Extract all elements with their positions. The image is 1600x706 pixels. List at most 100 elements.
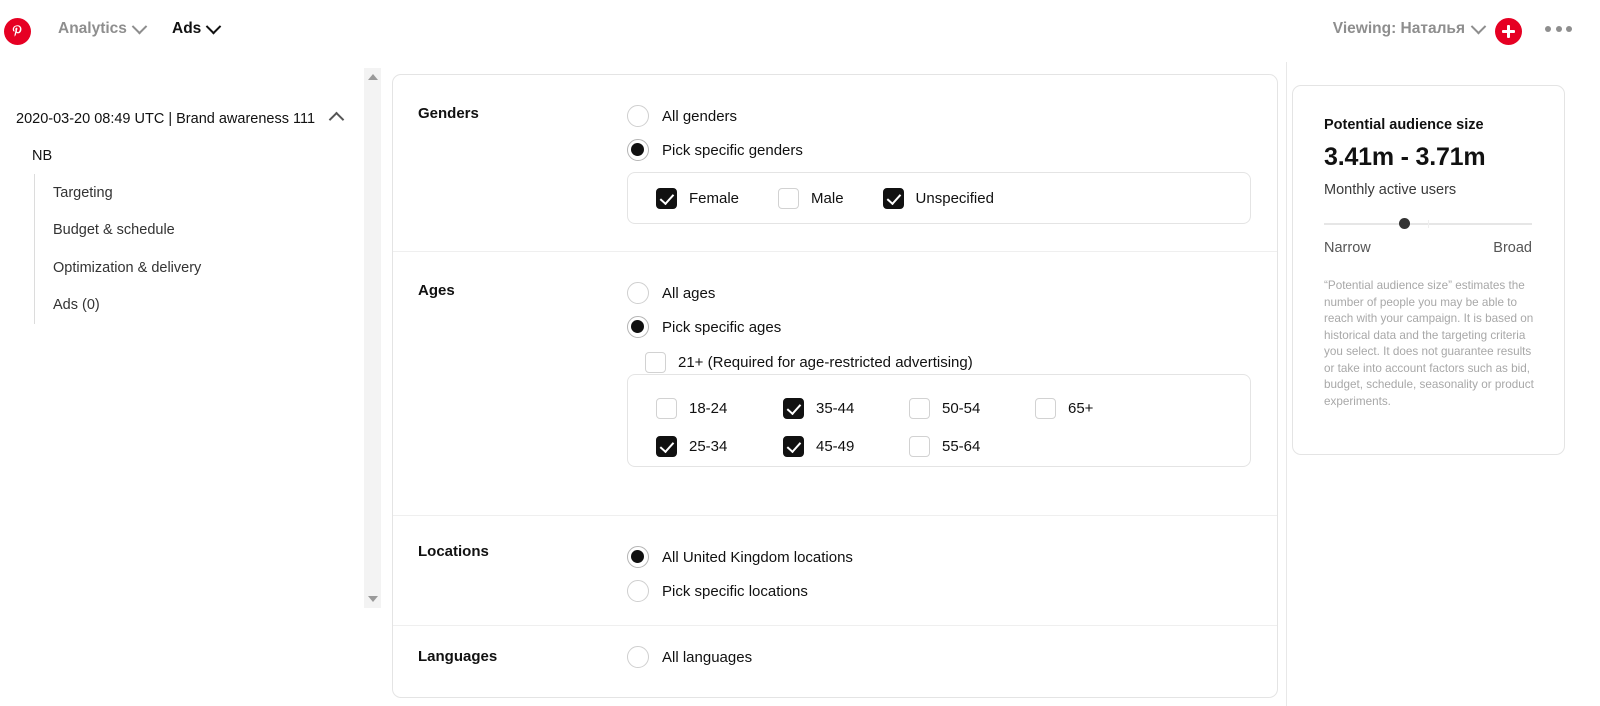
checkbox-icon	[645, 352, 666, 373]
checkbox-label: 21+ (Required for age-restricted adverti…	[678, 354, 973, 371]
checkbox-age-55-64[interactable]: 55-64	[909, 435, 1035, 457]
ages-options: All ages Pick specific ages	[627, 276, 781, 344]
checkbox-unspecified[interactable]: Unspecified	[882, 187, 994, 209]
chevron-down-icon	[206, 18, 222, 34]
nav-ads[interactable]: Ads	[172, 18, 222, 38]
checkbox-age-45-49[interactable]: 45-49	[783, 435, 909, 457]
checkbox-label: 55-64	[942, 437, 981, 455]
radio-label: All ages	[662, 284, 716, 302]
locations-section: Locations All United Kingdom locations P…	[393, 516, 1277, 626]
checkbox-label: 35-44	[816, 399, 855, 417]
languages-section: Languages All languages	[393, 626, 1277, 698]
genders-checkbox-group: Female Male Unspecified	[627, 172, 1251, 224]
sidebar-item-label: Optimization & delivery	[53, 259, 202, 276]
meter-indicator-dot	[1399, 218, 1410, 229]
audience-panel-note: “Potential audience size” estimates the …	[1324, 279, 1534, 408]
radio-pick-specific-genders[interactable]: Pick specific genders	[627, 133, 803, 167]
checkbox-icon	[909, 397, 930, 419]
more-options-button[interactable]	[1545, 26, 1572, 32]
checkbox-male[interactable]: Male	[778, 187, 844, 209]
checkbox-label: Unspecified	[915, 189, 994, 207]
radio-all-ages[interactable]: All ages	[627, 276, 781, 310]
nav-analytics[interactable]: Analytics	[58, 18, 148, 38]
nav-ads-label: Ads	[172, 20, 202, 37]
top-navigation-bar: Analytics Ads Viewing: Наталья	[0, 0, 1600, 62]
checkbox-age-35-44[interactable]: 35-44	[783, 397, 909, 419]
genders-options: All genders Pick specific genders	[627, 99, 803, 167]
meter-tick	[1428, 220, 1429, 228]
radio-icon-selected	[627, 546, 649, 568]
campaign-header[interactable]: 2020-03-20 08:49 UTC | Brand awareness 1…	[16, 110, 346, 128]
checkbox-icon-checked	[783, 397, 804, 419]
meter-label-broad: Broad	[1493, 240, 1532, 256]
checkbox-label: 50-54	[942, 399, 981, 417]
checkbox-icon	[1035, 397, 1056, 419]
checkbox-label: 18-24	[689, 399, 728, 417]
scroll-down-arrow-icon[interactable]	[367, 596, 378, 602]
checkbox-age-restricted[interactable]: 21+ (Required for age-restricted adverti…	[645, 352, 973, 373]
right-panel-divider	[1286, 62, 1287, 706]
languages-options: All languages	[627, 640, 752, 674]
more-horizontal-icon	[1566, 26, 1572, 32]
audience-size-value: 3.41m - 3.71m	[1324, 143, 1486, 171]
sidebar-item-ads[interactable]: Ads (0)	[53, 287, 334, 325]
checkbox-icon-checked	[882, 187, 904, 209]
genders-title: Genders	[418, 105, 479, 122]
more-horizontal-icon	[1555, 26, 1562, 32]
age-brackets-group: 18-24 35-44 50-54 65+ 25-34 45-49 55-64	[627, 374, 1251, 467]
chevron-up-icon[interactable]	[328, 111, 345, 128]
radio-icon	[627, 580, 649, 602]
checkbox-age-25-34[interactable]: 25-34	[656, 435, 783, 457]
radio-icon-selected	[627, 316, 649, 338]
languages-title: Languages	[418, 648, 498, 665]
meter-label-narrow: Narrow	[1324, 240, 1371, 256]
viewing-account-switcher[interactable]: Viewing: Наталья	[1332, 18, 1487, 38]
locations-title: Locations	[418, 543, 489, 560]
radio-all-uk-locations[interactable]: All United Kingdom locations	[627, 540, 853, 574]
radio-icon	[627, 282, 649, 304]
ad-group-label: NB	[32, 148, 53, 164]
audience-breadth-meter	[1324, 218, 1532, 230]
checkbox-icon-checked	[656, 435, 677, 457]
checkbox-icon-checked	[783, 435, 804, 457]
checkbox-label: 65+	[1068, 399, 1094, 417]
sidebar-item-targeting[interactable]: Targeting	[53, 174, 334, 212]
radio-all-genders[interactable]: All genders	[627, 99, 803, 133]
chevron-down-icon	[1470, 18, 1487, 34]
locations-options: All United Kingdom locations Pick specif…	[627, 540, 853, 608]
radio-pick-specific-ages[interactable]: Pick specific ages	[627, 310, 781, 344]
scroll-up-arrow-icon[interactable]	[367, 74, 378, 80]
radio-label: All United Kingdom locations	[662, 548, 853, 566]
radio-icon	[627, 105, 649, 127]
checkbox-icon	[778, 187, 800, 209]
sidebar-item-optimization-delivery[interactable]: Optimization & delivery	[53, 249, 334, 287]
genders-section: Genders All genders Pick specific gender…	[393, 75, 1277, 252]
radio-icon	[627, 646, 649, 668]
checkbox-label: Male	[811, 189, 844, 207]
nav-analytics-label: Analytics	[58, 20, 127, 37]
checkbox-label: 45-49	[816, 437, 855, 455]
sidebar-subnav: Targeting Budget & schedule Optimization…	[34, 174, 334, 324]
potential-audience-panel: Potential audience size 3.41m - 3.71m Mo…	[1292, 85, 1565, 455]
audience-size-subtitle: Monthly active users	[1324, 182, 1457, 198]
sidebar-item-label: Budget & schedule	[53, 222, 175, 239]
meter-scale-labels: Narrow Broad	[1324, 240, 1532, 256]
ages-title: Ages	[418, 282, 455, 299]
viewing-label: Viewing: Наталья	[1332, 20, 1465, 37]
checkbox-age-50-54[interactable]: 50-54	[909, 397, 1035, 419]
checkbox-age-65-plus[interactable]: 65+	[1035, 397, 1161, 419]
pinterest-logo-icon[interactable]	[4, 18, 31, 45]
sidebar-scrollbar[interactable]	[364, 68, 381, 608]
sidebar-item-label: Targeting	[53, 184, 113, 201]
audience-panel-title: Potential audience size	[1324, 117, 1484, 133]
sidebar-item-budget-schedule[interactable]: Budget & schedule	[53, 212, 334, 250]
checkbox-female[interactable]: Female	[656, 187, 739, 209]
create-plus-button[interactable]	[1495, 18, 1522, 45]
radio-label: All languages	[662, 648, 753, 666]
targeting-form-card: Genders All genders Pick specific gender…	[392, 74, 1278, 698]
radio-pick-specific-locations[interactable]: Pick specific locations	[627, 574, 853, 608]
checkbox-age-18-24[interactable]: 18-24	[656, 397, 783, 419]
targeting-page: Analytics Ads Viewing: Наталья 2020-03-2…	[0, 0, 1600, 706]
radio-all-languages[interactable]: All languages	[627, 640, 752, 674]
sidebar-item-label: Ads (0)	[53, 297, 100, 314]
